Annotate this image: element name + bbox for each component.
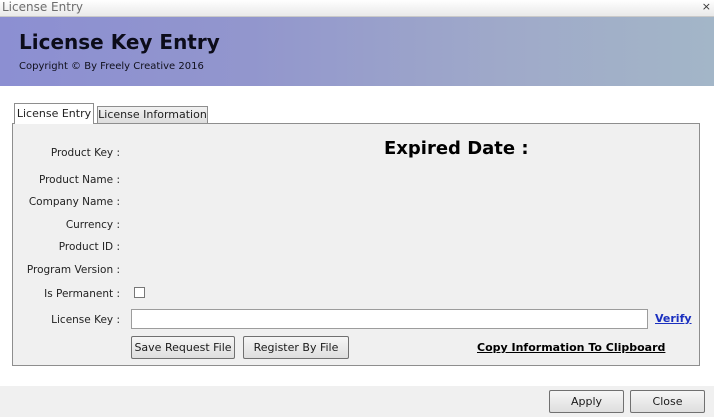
copy-info-clipboard-link[interactable]: Copy Information To Clipboard — [477, 341, 665, 354]
product-key-label: Product Key : — [50, 147, 120, 159]
close-button[interactable]: Close — [630, 390, 705, 413]
banner-copyright: Copyright © By Freely Creative 2016 — [19, 61, 204, 72]
company-name-label: Company Name : — [28, 196, 120, 208]
verify-link[interactable]: Verify — [655, 312, 692, 325]
is-permanent-label: Is Permanent : — [44, 288, 120, 300]
license-key-label: License Key : — [51, 314, 120, 326]
currency-label: Currency : — [65, 219, 120, 231]
tab-license-information[interactable]: License Information — [97, 106, 208, 124]
is-permanent-checkbox[interactable] — [134, 287, 145, 298]
license-key-input[interactable] — [131, 309, 648, 329]
title-bar: License Entry × — [0, 0, 714, 17]
product-id-label: Product ID : — [58, 241, 120, 253]
product-name-label: Product Name : — [38, 174, 120, 186]
tab-license-entry[interactable]: License Entry — [14, 103, 94, 124]
close-icon[interactable]: × — [702, 0, 711, 13]
expired-date-label: Expired Date : — [384, 138, 529, 159]
register-by-file-button[interactable]: Register By File — [243, 336, 349, 359]
window-title: License Entry — [2, 0, 83, 14]
banner-heading: License Key Entry — [19, 30, 220, 54]
save-request-file-button[interactable]: Save Request File — [131, 336, 235, 359]
apply-button[interactable]: Apply — [549, 390, 624, 413]
header-banner: License Key Entry Copyright © By Freely … — [0, 17, 714, 86]
program-version-label: Program Version : — [26, 264, 120, 276]
